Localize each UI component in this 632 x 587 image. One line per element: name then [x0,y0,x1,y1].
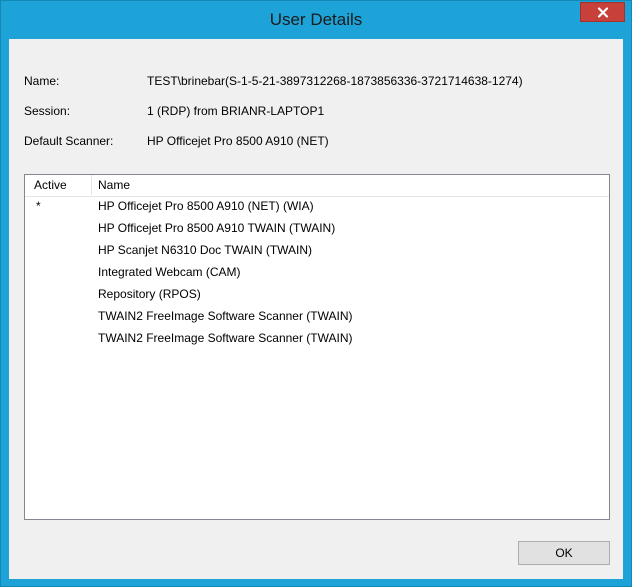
ok-button[interactable]: OK [518,541,610,565]
title-bar[interactable]: User Details [1,1,631,39]
list-item[interactable]: * HP Officejet Pro 8500 A910 (NET) (WIA) [25,196,609,218]
default-scanner-label: Default Scanner: [24,134,114,148]
scanner-name: HP Officejet Pro 8500 A910 (NET) (WIA) [98,199,314,213]
list-item[interactable]: HP Officejet Pro 8500 A910 TWAIN (TWAIN) [25,218,609,240]
window-title: User Details [269,10,363,29]
list-item[interactable]: Integrated Webcam (CAM) [25,262,609,284]
scanner-list[interactable]: Active Name * HP Officejet Pro 8500 A910 … [24,174,610,520]
user-details-window: User Details Name: TEST\brinebar(S-1-5-2… [0,0,632,587]
list-item[interactable]: TWAIN2 FreeImage Software Scanner (TWAIN… [25,306,609,328]
default-scanner-value: HP Officejet Pro 8500 A910 (NET) [147,134,329,148]
scanner-name: Integrated Webcam (CAM) [98,265,241,279]
close-button[interactable] [580,2,625,22]
scanner-name: HP Scanjet N6310 Doc TWAIN (TWAIN) [98,243,313,257]
list-item[interactable]: HP Scanjet N6310 Doc TWAIN (TWAIN) [25,240,609,262]
close-icon [597,6,608,18]
list-rows: * HP Officejet Pro 8500 A910 (NET) (WIA) H… [25,196,609,350]
scanner-name: TWAIN2 FreeImage Software Scanner (TWAIN… [98,331,353,345]
active-marker: * [36,199,41,213]
scanner-name: TWAIN2 FreeImage Software Scanner (TWAIN… [98,309,353,323]
column-header-name[interactable]: Name [92,175,610,195]
name-label: Name: [24,74,60,88]
list-item[interactable]: Repository (RPOS) [25,284,609,306]
column-header-active[interactable]: Active [25,175,92,195]
list-header: Active Name [25,175,609,197]
scanner-name: Repository (RPOS) [98,287,201,301]
list-item[interactable]: TWAIN2 FreeImage Software Scanner (TWAIN… [25,328,609,350]
session-label: Session: [24,104,71,118]
scanner-name: HP Officejet Pro 8500 A910 TWAIN (TWAIN) [98,221,336,235]
dialog-body: Name: TEST\brinebar(S-1-5-21-3897312268-… [9,39,623,579]
name-value: TEST\brinebar(S-1-5-21-3897312268-187385… [147,74,523,88]
session-value: 1 (RDP) from BRIANR-LAPTOP1 [147,104,325,118]
